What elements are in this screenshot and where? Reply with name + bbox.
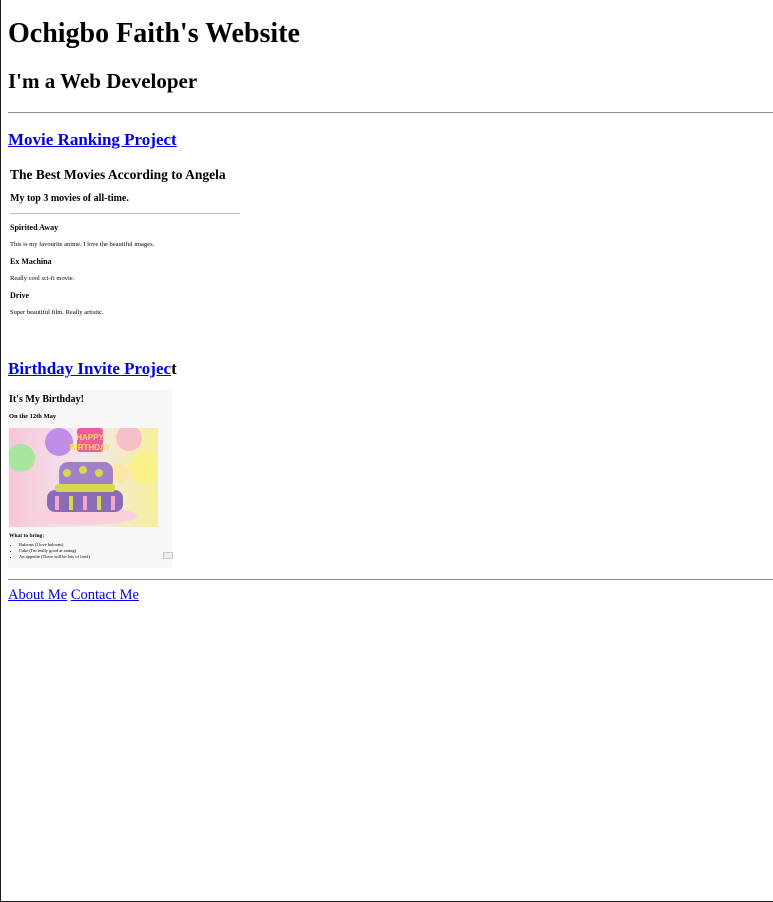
divider-bottom [8,579,773,580]
site-subtitle: I'm a Web Developer [8,69,198,93]
preview-small-button [163,552,173,559]
birthday-cake-image: HAPPY BIRTHDAY [9,428,158,527]
preview-movie-title: Ex Machina [10,257,52,266]
footer-nav: About Me Contact Me [8,587,139,604]
preview-bring-list: Baloons (I love baloons) Cake (I'm reall… [10,542,90,560]
preview-movie-title: Spirited Away [10,223,59,232]
preview-heading: It's My Birthday! [9,394,84,405]
movie-project-link[interactable]: Movie Ranking Project [8,130,177,149]
preview-subheading: On the 12th May [9,413,57,420]
svg-text:BIRTHDAY: BIRTHDAY [70,443,111,452]
preview-subheading: My top 3 movies of all-time. [10,193,129,204]
birthday-project-link[interactable]: Birthday Invite Projec [8,359,171,378]
divider-top [8,112,773,113]
preview-movie-title: Drive [10,291,30,300]
birthday-project-heading-suffix: t [171,359,177,378]
preview-bring-label: What to bring: [9,533,45,539]
svg-text:HAPPY: HAPPY [76,433,104,442]
preview-movie-desc: Super beautiful film. Really artistic. [10,309,104,316]
preview-movie-desc: Really cool sci-fi movie. [10,275,75,282]
site-title: Ochigbo Faith's Website [8,18,300,49]
preview-movie-desc: This is my favourite anime. I love the b… [10,241,155,248]
movie-project-heading: Movie Ranking Project [8,130,177,150]
contact-me-link[interactable]: Contact Me [71,587,139,603]
list-item: An appetite (There will be lots of food) [19,554,90,560]
birthday-project-preview-image[interactable]: It's My Birthday! On the 12th May HAPPY … [8,390,173,568]
about-me-link[interactable]: About Me [8,587,67,603]
movie-project-preview-image[interactable]: The Best Movies According to Angela My t… [8,165,242,323]
preview-heading: The Best Movies According to Angela [10,167,226,182]
preview-divider [10,213,240,214]
birthday-project-heading: Birthday Invite Project [8,359,177,379]
